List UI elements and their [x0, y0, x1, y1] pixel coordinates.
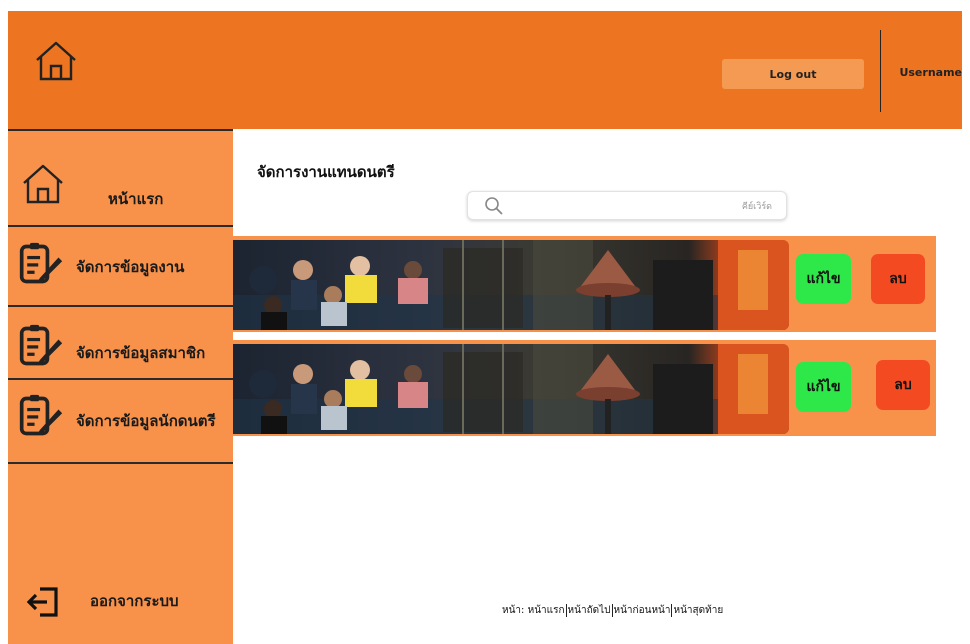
pagination-separator: [565, 603, 567, 617]
pagination-last[interactable]: หน้าสุดท้าย: [673, 605, 723, 616]
pagination-first[interactable]: หน้าแรก: [528, 605, 565, 616]
sidebar-item-label: จัดการข้อมูลงาน: [76, 258, 185, 276]
sidebar-item-label: หน้าแรก: [108, 190, 164, 208]
sidebar-logout-label: ออกจากระบบ: [90, 592, 179, 610]
search-icon: [485, 197, 503, 215]
top-bar: Log out Username: [8, 11, 962, 129]
sidebar-divider: [8, 378, 233, 380]
pagination-separator: [611, 603, 613, 617]
username-label[interactable]: Username: [892, 66, 962, 79]
sidebar-divider: [8, 225, 233, 227]
event-thumbnail[interactable]: [233, 240, 789, 330]
sidebar-item-musicians[interactable]: จัดการข้อมูลนักดนตรี: [8, 383, 233, 453]
home-icon: [23, 164, 63, 204]
pagination: หน้า: หน้าแรก หน้าถัดไป หน้าก่อนหน้า หน้าสุ…: [502, 603, 723, 618]
search-placeholder: คีย์เวิร์ด: [741, 202, 772, 212]
pagination-prev[interactable]: หน้าก่อนหน้า: [614, 605, 671, 616]
search-input[interactable]: คีย์เวิร์ด: [467, 191, 787, 220]
sidebar-divider: [8, 462, 233, 464]
sidebar-item-members[interactable]: จัดการข้อมูลสมาชิก: [8, 313, 233, 383]
list-item: แก้ไข ลบ: [233, 340, 936, 436]
sidebar-item-label: จัดการข้อมูลสมาชิก: [76, 344, 206, 362]
event-thumbnail[interactable]: [233, 344, 789, 434]
document-edit-icon: [19, 242, 63, 284]
delete-button[interactable]: ลบ: [871, 254, 925, 304]
sidebar-logout[interactable]: ออกจากระบบ: [8, 569, 233, 639]
sidebar-item-jobs[interactable]: จัดการข้อมูลงาน: [8, 231, 233, 301]
header-divider: [880, 30, 881, 112]
sidebar-divider: [8, 305, 233, 307]
sidebar: หน้าแรก จัดการข้อมูลงาน จัดการข้อมูลสมาช…: [8, 129, 233, 644]
edit-button[interactable]: แก้ไข: [796, 254, 851, 304]
edit-button[interactable]: แก้ไข: [796, 362, 851, 412]
pagination-next[interactable]: หน้าถัดไป: [568, 605, 611, 616]
sidebar-item-home[interactable]: หน้าแรก: [8, 157, 233, 227]
pagination-prefix: หน้า:: [502, 605, 525, 616]
sidebar-item-label: จัดการข้อมูลนักดนตรี: [76, 412, 216, 430]
logout-icon: [26, 587, 58, 617]
document-edit-icon: [19, 324, 63, 366]
sidebar-divider: [8, 129, 233, 131]
document-edit-icon: [19, 394, 63, 436]
page-title: จัดการงานแทนดนตรี: [257, 163, 395, 181]
list-item: แก้ไข ลบ: [233, 236, 936, 332]
delete-button[interactable]: ลบ: [876, 360, 930, 410]
home-icon[interactable]: [33, 38, 79, 84]
logout-button[interactable]: Log out: [722, 59, 864, 89]
